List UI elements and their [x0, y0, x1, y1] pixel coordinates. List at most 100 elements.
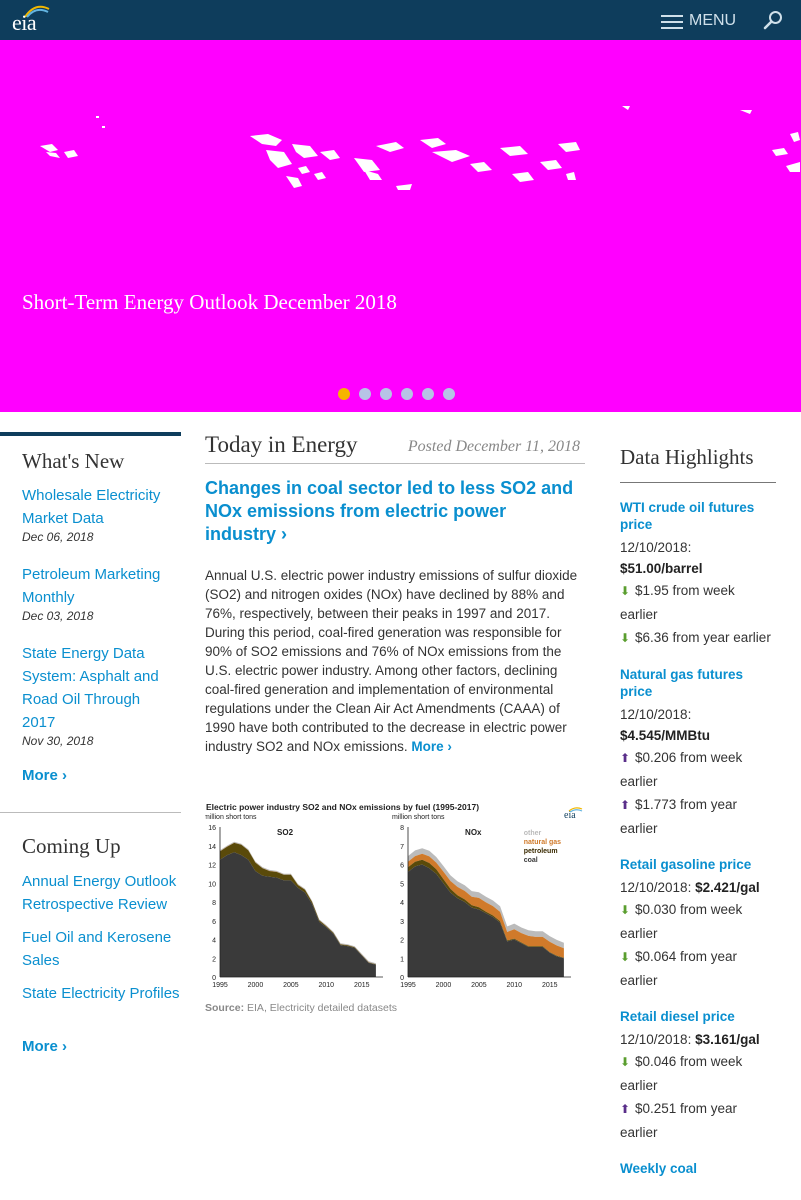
- data-highlights-title: Data Highlights: [620, 445, 754, 469]
- carousel-dot-4[interactable]: [401, 388, 413, 400]
- y-tick-label: 0: [212, 975, 216, 982]
- data-highlight-change-text: $1.773 from year earlier: [620, 797, 738, 836]
- data-highlight-item: Retail diesel price 12/10/2018: $3.161/ga…: [620, 1008, 776, 1144]
- y-tick-label: 6: [400, 863, 404, 870]
- data-highlight-date: 12/10/2018:: [620, 1032, 696, 1047]
- whats-new-link[interactable]: State Energy Data System: Asphalt and Ro…: [22, 642, 177, 734]
- data-highlight-title[interactable]: WTI crude oil futures price: [620, 499, 776, 533]
- data-highlight-change: ⬇ $1.95 from week earlier: [620, 579, 776, 626]
- coming-up-list: Annual Energy Outlook Retrospective Revi…: [22, 870, 187, 1055]
- y-tick-label: 2: [212, 956, 216, 963]
- y-tick-label: 8: [400, 825, 404, 832]
- whats-new-link[interactable]: Wholesale Electricity Market Data: [22, 484, 177, 530]
- x-tick-label: 1995: [400, 982, 416, 989]
- carousel-dot-3[interactable]: [380, 388, 392, 400]
- coming-up-link[interactable]: Fuel Oil and Kerosene Sales: [22, 926, 187, 982]
- x-tick-label: 1995: [212, 982, 228, 989]
- data-highlight-change-text: $0.046 from week earlier: [620, 1054, 743, 1093]
- data-highlight-change-text: $0.206 from week earlier: [620, 750, 743, 789]
- menu-button[interactable]: MENU: [661, 10, 736, 32]
- coming-up-link[interactable]: State Electricity Profiles: [22, 982, 187, 1038]
- carousel-dot-5[interactable]: [422, 388, 434, 400]
- y-tick-label: 4: [212, 938, 216, 945]
- x-tick-label: 2015: [542, 982, 558, 989]
- data-highlights-rule: [620, 482, 776, 483]
- article-more-link[interactable]: More ›: [411, 739, 452, 754]
- arrow-up-icon: ⬆: [620, 751, 631, 765]
- data-highlight-date: 12/10/2018:: [620, 707, 692, 722]
- area-series-coal: [408, 864, 564, 977]
- hero-carousel[interactable]: Short-Term Energy Outlook December 2018: [0, 40, 801, 412]
- article-body-text: Annual U.S. electric power industry emis…: [205, 568, 578, 754]
- legend-item: petroleum: [524, 848, 558, 855]
- carousel-dot-2[interactable]: [359, 388, 371, 400]
- data-highlight-change-text: $0.064 from year earlier: [620, 949, 738, 988]
- data-highlight-change-text: $6.36 from year earlier: [635, 630, 771, 645]
- left-sidebar: What's New Wholesale Electricity Market …: [0, 432, 181, 1055]
- data-highlight-change: ⬇ $0.064 from year earlier: [620, 945, 776, 992]
- carousel-dot-1[interactable]: [338, 388, 350, 400]
- data-highlight-change-text: $0.030 from week earlier: [620, 902, 743, 941]
- whats-new-date: Dec 06, 2018: [22, 530, 94, 544]
- article-body: Annual U.S. electric power industry emis…: [205, 566, 585, 756]
- x-tick-label: 2005: [471, 982, 487, 989]
- logo-text: eia: [12, 10, 37, 35]
- article-headline[interactable]: Changes in coal sector led to less SO2 a…: [205, 477, 580, 546]
- data-highlight-change: ⬆ $0.206 from week earlier: [620, 746, 776, 793]
- data-highlight-value-line: 12/10/2018: $51.00/barrel: [620, 537, 776, 579]
- carousel-dot-6[interactable]: [443, 388, 455, 400]
- data-highlight-item: Natural gas futures price 12/10/2018: $4.…: [620, 666, 776, 840]
- legend-item: natural gas: [524, 839, 561, 846]
- whats-new-item: Wholesale Electricity Market Data Dec 06…: [22, 484, 177, 563]
- hero-map-graphic: [40, 106, 800, 190]
- x-tick-label: 2015: [354, 982, 370, 989]
- arrow-down-icon: ⬇: [620, 950, 631, 964]
- data-highlight-date: 12/10/2018:: [620, 540, 692, 555]
- data-highlight-value: $3.161/gal: [695, 1032, 760, 1047]
- menu-label: MENU: [689, 12, 737, 29]
- hero-caption[interactable]: Short-Term Energy Outlook December 2018: [22, 290, 397, 315]
- y-tick-label: 7: [400, 844, 404, 851]
- data-highlight-change: ⬇ $0.030 from week earlier: [620, 898, 776, 945]
- chart-unit-label: million short tons: [205, 814, 257, 821]
- chart-svg: eia million short tonsSO2024681012141619…: [205, 807, 583, 989]
- data-highlight-value: $2.421/gal: [695, 880, 760, 895]
- data-highlight-title[interactable]: Retail gasoline price: [620, 856, 776, 873]
- coming-up-title: Coming Up: [22, 834, 121, 858]
- arrow-down-icon: ⬇: [620, 903, 631, 917]
- x-tick-label: 2010: [507, 982, 523, 989]
- hamburger-icon: [661, 14, 683, 29]
- x-tick-label: 2010: [319, 982, 335, 989]
- data-highlight-change-text: $0.251 from year earlier: [620, 1101, 738, 1140]
- data-highlight-item: Weekly coal: [620, 1160, 776, 1177]
- data-highlight-value-line: 12/10/2018: $4.545/MMBtu: [620, 704, 776, 746]
- today-in-energy-title[interactable]: Today in Energy: [205, 432, 358, 458]
- eia-logo[interactable]: eia: [11, 4, 51, 36]
- whats-new-more-link[interactable]: More ›: [22, 767, 177, 784]
- whats-new-item: Petroleum Marketing Monthly Dec 03, 2018: [22, 563, 177, 642]
- whats-new-date: Nov 30, 2018: [22, 734, 94, 748]
- x-tick-label: 2000: [248, 982, 264, 989]
- data-highlight-title[interactable]: Weekly coal: [620, 1160, 776, 1177]
- x-tick-label: 2000: [436, 982, 452, 989]
- carousel-dots: [338, 388, 455, 400]
- coming-up-more-link[interactable]: More ›: [22, 1038, 187, 1055]
- data-highlights-list: WTI crude oil futures price 12/10/2018: $…: [620, 499, 776, 1177]
- data-highlight-change-text: $1.95 from week earlier: [620, 583, 735, 622]
- y-tick-label: 5: [400, 881, 404, 888]
- x-tick-label: 2005: [283, 982, 299, 989]
- y-tick-label: 16: [208, 825, 216, 832]
- chart-source-label: Source:: [205, 1002, 245, 1014]
- data-highlight-value-line: 12/10/2018: $2.421/gal: [620, 877, 776, 898]
- chart-source: Source: EIA, Electricity detailed datase…: [205, 1002, 397, 1014]
- emissions-chart[interactable]: Electric power industry SO2 and NOx emis…: [205, 802, 585, 1017]
- data-highlight-title[interactable]: Natural gas futures price: [620, 666, 776, 700]
- data-highlight-value: $51.00/barrel: [620, 561, 703, 576]
- whats-new-link[interactable]: Petroleum Marketing Monthly: [22, 563, 177, 609]
- search-icon[interactable]: [763, 10, 783, 30]
- coming-up-link[interactable]: Annual Energy Outlook Retrospective Revi…: [22, 870, 187, 926]
- arrow-down-icon: ⬇: [620, 584, 631, 598]
- data-highlight-item: WTI crude oil futures price 12/10/2018: $…: [620, 499, 776, 650]
- data-highlight-title[interactable]: Retail diesel price: [620, 1008, 776, 1025]
- data-highlight-change: ⬇ $0.046 from week earlier: [620, 1050, 776, 1097]
